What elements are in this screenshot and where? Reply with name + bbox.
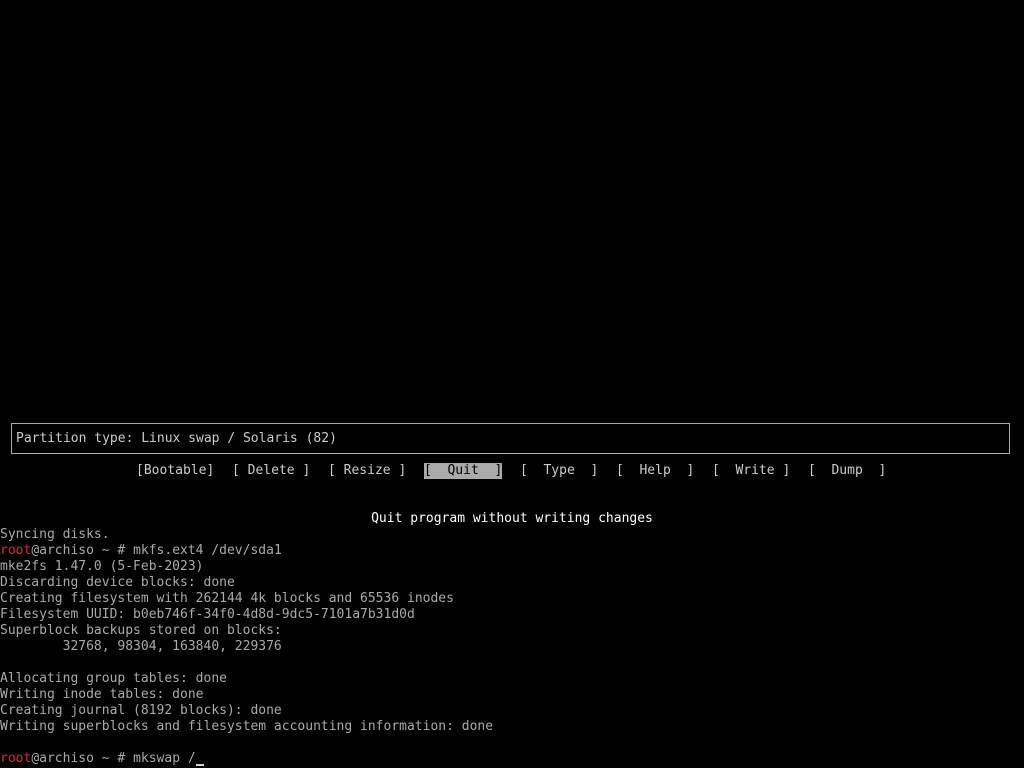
terminal-output-line: mke2fs 1.47.0 (5-Feb-2023) xyxy=(0,559,204,574)
resize-button[interactable]: [ Resize ] xyxy=(328,463,406,479)
text-cursor xyxy=(195,764,204,766)
quit-button[interactable]: [ Quit ] xyxy=(424,463,503,479)
terminal-line: Syncing disks. xyxy=(0,527,110,542)
prompt-user: root xyxy=(0,751,32,766)
terminal-output-line: Allocating group tables: done xyxy=(0,671,227,686)
partition-type-box: Partition type: Linux swap / Solaris (82… xyxy=(11,423,1010,454)
terminal-output-line: Writing inode tables: done xyxy=(0,687,204,702)
write-button[interactable]: [ Write ] xyxy=(712,463,790,479)
type-button[interactable]: [ Type ] xyxy=(520,463,598,479)
prompt-user: root xyxy=(0,543,32,558)
cfdisk-menu-bar: [Bootable] [ Delete ] [ Resize ] [ Quit … xyxy=(0,463,1024,479)
bootable-button[interactable]: [Bootable] xyxy=(136,463,214,479)
help-button[interactable]: [ Help ] xyxy=(616,463,694,479)
active-prompt-line[interactable]: root@archiso ~ # mkswap / xyxy=(0,751,204,767)
terminal-output-line: Filesystem UUID: b0eb746f-34f0-4d8d-9dc5… xyxy=(0,607,415,622)
terminal-screen[interactable]: Partition type: Linux swap / Solaris (82… xyxy=(0,0,1024,768)
partition-type-text: Partition type: Linux swap / Solaris (82… xyxy=(16,431,337,446)
prompt-command-input[interactable]: mkswap / xyxy=(133,751,196,766)
menu-status-hint: Quit program without writing changes xyxy=(371,511,653,526)
terminal-output-line: Discarding device blocks: done xyxy=(0,575,235,590)
prompt-command: mkfs.ext4 /dev/sda1 xyxy=(133,543,282,558)
terminal-output-line: 32768, 98304, 163840, 229376 xyxy=(0,639,282,654)
prompt-host-dir: @archiso ~ # xyxy=(31,543,134,558)
delete-button[interactable]: [ Delete ] xyxy=(232,463,310,479)
terminal-output-line: Creating journal (8192 blocks): done xyxy=(0,703,282,718)
terminal-output-line: Superblock backups stored on blocks: xyxy=(0,623,282,638)
command-prompt-line: root@archiso ~ # mkfs.ext4 /dev/sda1 xyxy=(0,543,282,559)
terminal-output-line: Writing superblocks and filesystem accou… xyxy=(0,719,494,734)
prompt-host-dir: @archiso ~ # xyxy=(31,751,134,766)
dump-button[interactable]: [ Dump ] xyxy=(808,463,886,479)
terminal-output-line: Creating filesystem with 262144 4k block… xyxy=(0,591,454,606)
